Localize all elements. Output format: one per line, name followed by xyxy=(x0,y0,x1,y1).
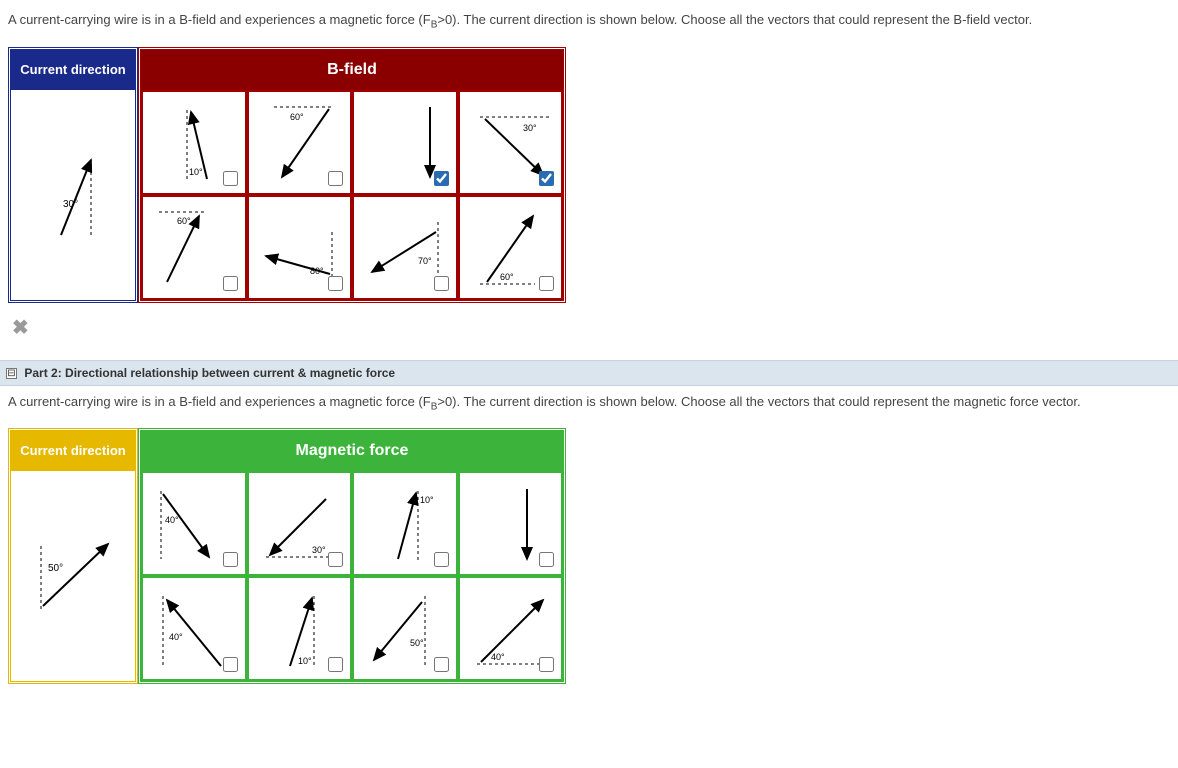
p2-opt-8: 40° xyxy=(458,576,564,681)
p2-opt-8-angle: 40° xyxy=(491,652,505,662)
p1-opt-2: 60° xyxy=(247,90,353,195)
part1-grid: Current direction 30° B-field 10° xyxy=(8,47,1170,303)
p1-opt-1-angle: 10° xyxy=(189,167,203,177)
part1-question: A current-carrying wire is in a B-field … xyxy=(8,12,1170,31)
p2-opt-2: 30° xyxy=(247,471,353,576)
p1-opt-2-check[interactable] xyxy=(328,171,343,186)
p2-opt-7: 50° xyxy=(352,576,458,681)
p1-opt-5-check[interactable] xyxy=(223,276,238,291)
p2-ref-cell: 50° xyxy=(11,471,135,681)
p1-opt-6-check[interactable] xyxy=(328,276,343,291)
p1-opt-3-check[interactable] xyxy=(434,171,449,186)
p2-opt-2-check[interactable] xyxy=(328,552,343,567)
p1-ref-cell: 30° xyxy=(11,90,135,300)
p2-ref-col: Current direction 50° xyxy=(8,428,138,684)
p2-opt-1-check[interactable] xyxy=(223,552,238,567)
p1-opt-4-check[interactable] xyxy=(539,171,554,186)
p2-opt-4 xyxy=(458,471,564,576)
p1-opt-5: 60° xyxy=(141,195,247,300)
part2-header-text: Part 2: Directional relationship between… xyxy=(24,366,395,380)
p2-row2: 40° 10° 50° xyxy=(141,576,563,681)
p1-opt-7-angle: 70° xyxy=(418,256,432,266)
p2-opt-8-check[interactable] xyxy=(539,657,554,672)
p2-opt-5-check[interactable] xyxy=(223,657,238,672)
p2-choice-col: Magnetic force 40° 30° xyxy=(138,428,566,684)
q2-text-b: >0). The current direction is shown belo… xyxy=(437,394,1080,409)
p1-opt-1: 10° xyxy=(141,90,247,195)
p2-opt-6: 10° xyxy=(247,576,353,681)
p2-opt-1-angle: 40° xyxy=(165,515,179,525)
p2-ref-header: Current direction xyxy=(11,431,135,471)
p2-opt-7-angle: 50° xyxy=(410,638,424,648)
p1-ref-header: Current direction xyxy=(11,50,135,90)
p1-opt-4: 30° xyxy=(458,90,564,195)
p2-row1: 40° 30° 10° xyxy=(141,471,563,576)
p1-opt-7: 70° xyxy=(352,195,458,300)
p1-ref-angle-label: 30° xyxy=(63,199,78,210)
p1-opt-1-check[interactable] xyxy=(223,171,238,186)
p2-opt-7-check[interactable] xyxy=(434,657,449,672)
p2-opt-5-angle: 40° xyxy=(169,632,183,642)
p1-ref-col: Current direction 30° xyxy=(8,47,138,303)
p1-opt-7-check[interactable] xyxy=(434,276,449,291)
p2-opt-2-angle: 30° xyxy=(312,545,326,555)
part1-result-icon: ✖ xyxy=(12,315,1170,340)
p1-opt-6-angle: 80° xyxy=(310,266,324,276)
p1-row2: 60° 80° 70° xyxy=(141,195,563,300)
p2-opt-5: 40° xyxy=(141,576,247,681)
p1-opt-4-angle: 30° xyxy=(523,123,537,133)
part2-header: ⊟ Part 2: Directional relationship betwe… xyxy=(0,360,1178,386)
p2-opt-4-check[interactable] xyxy=(539,552,554,567)
p1-ref-diagram: 30° xyxy=(23,145,123,245)
part2-toggle-icon[interactable]: ⊟ xyxy=(6,368,17,379)
p2-opt-3-check[interactable] xyxy=(434,552,449,567)
p1-row1: 10° 60° xyxy=(141,90,563,195)
p2-opt-1: 40° xyxy=(141,471,247,576)
p1-opt-8-angle: 60° xyxy=(500,272,514,282)
p1-opt-5-angle: 60° xyxy=(177,216,191,226)
q1-text-a: A current-carrying wire is in a B-field … xyxy=(8,12,431,27)
part2-question: A current-carrying wire is in a B-field … xyxy=(8,394,1170,413)
p2-opt-3-angle: 10° xyxy=(420,495,434,505)
p2-opt-6-angle: 10° xyxy=(298,656,312,666)
p1-choice-col: B-field 10° 60° xyxy=(138,47,566,303)
q1-text-b: >0). The current direction is shown belo… xyxy=(437,12,1032,27)
p2-ref-diagram: 50° xyxy=(23,526,123,626)
p2-opt-6-check[interactable] xyxy=(328,657,343,672)
p1-opt-2-angle: 60° xyxy=(290,112,304,122)
q2-text-a: A current-carrying wire is in a B-field … xyxy=(8,394,431,409)
p1-opt-6: 80° xyxy=(247,195,353,300)
p1-opt-3 xyxy=(352,90,458,195)
p1-choice-header: B-field xyxy=(141,50,563,90)
p2-ref-angle-label: 50° xyxy=(48,563,63,574)
p2-opt-3: 10° xyxy=(352,471,458,576)
p1-opt-8-check[interactable] xyxy=(539,276,554,291)
p2-choice-header: Magnetic force xyxy=(141,431,563,471)
p1-opt-8: 60° xyxy=(458,195,564,300)
part2-grid: Current direction 50° Magnetic force 40° xyxy=(8,428,1170,684)
